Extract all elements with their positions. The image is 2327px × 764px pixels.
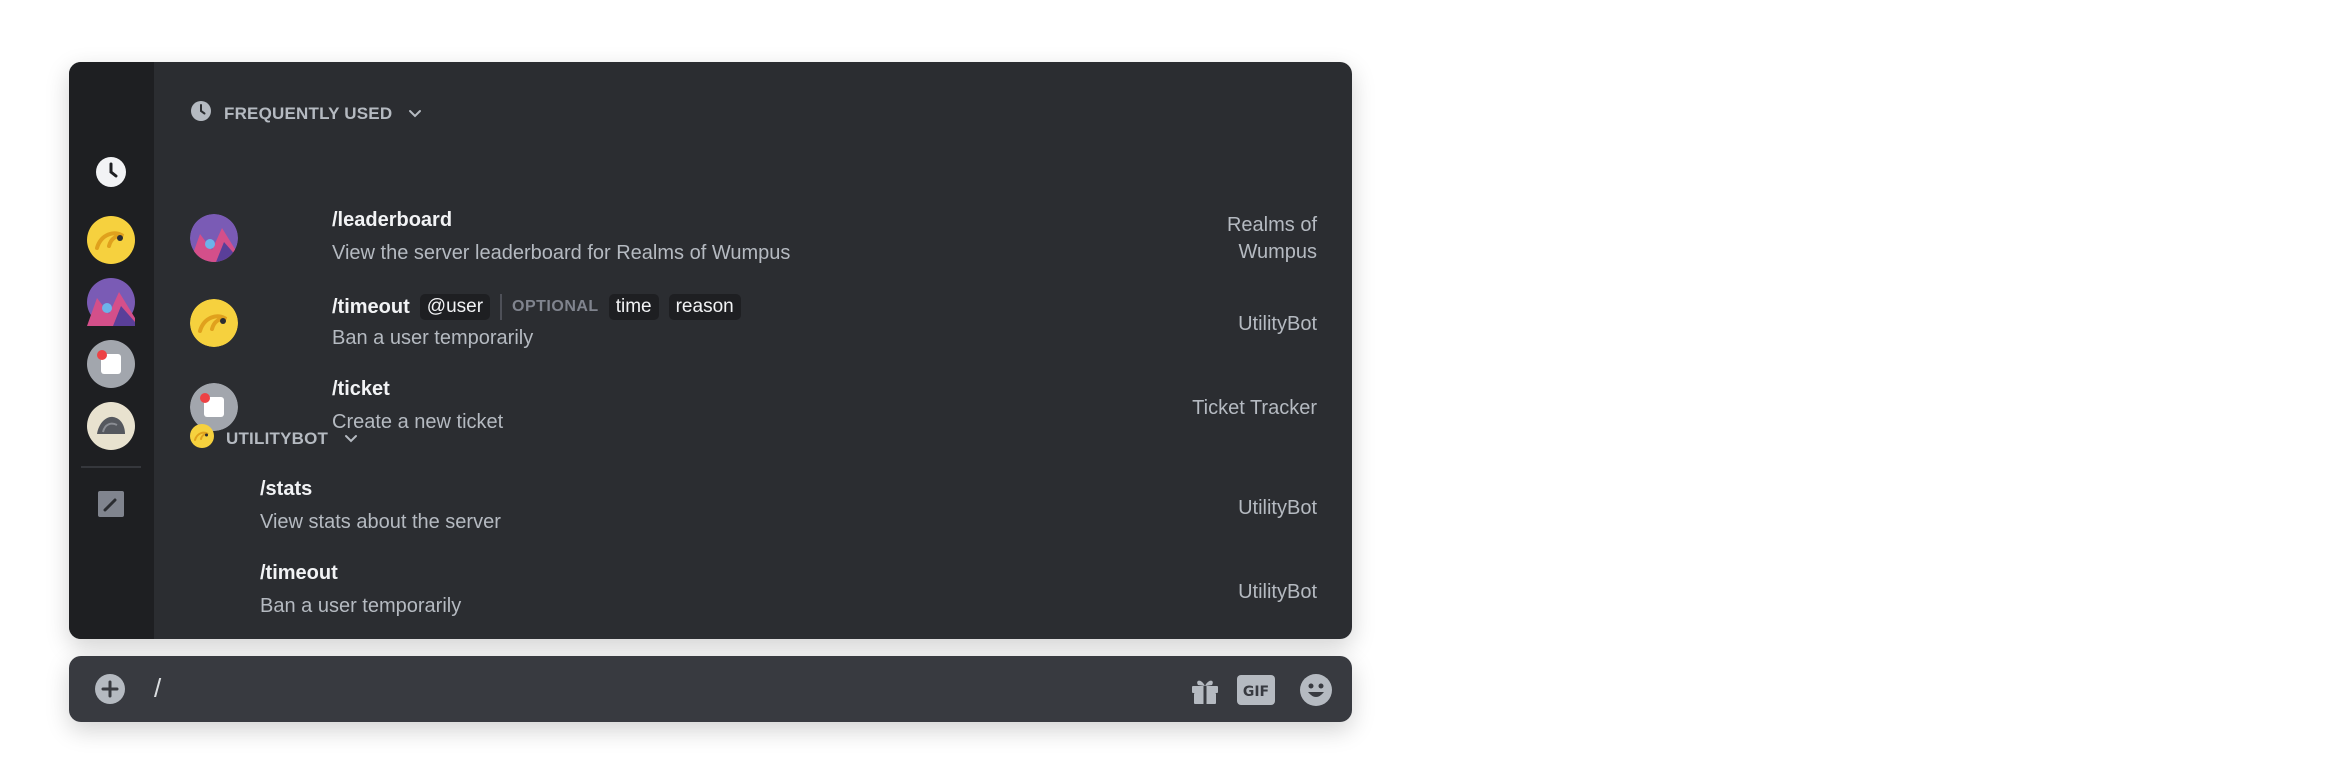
section-header-frequent[interactable]: FREQUENTLY USED: [190, 100, 422, 127]
command-row-leaderboard[interactable]: /leaderboard View the server leaderboard…: [154, 202, 1352, 274]
command-description: Ban a user temporarily: [332, 327, 534, 349]
command-source: Realms of Wumpus: [1226, 214, 1317, 263]
command-row-timeout[interactable]: /timeout @user OPTIONAL time reason Ban …: [154, 287, 1352, 359]
section-title: FREQUENTLY USED: [224, 103, 393, 123]
clock-icon[interactable]: [87, 148, 135, 196]
ticket-tracker-avatar[interactable]: [87, 340, 135, 388]
chevron-down-icon: [408, 104, 422, 124]
optional-label: OPTIONAL: [512, 298, 599, 315]
command-source: UtilityBot: [1238, 313, 1317, 335]
utilitybot-avatar: [190, 424, 214, 453]
command-description: View the server leaderboard for Realms o…: [332, 242, 791, 264]
command-row-timeout-utilitybot[interactable]: /timeout Ban a user temporarily UtilityB…: [154, 555, 1352, 627]
add-attachment-icon[interactable]: [94, 673, 126, 705]
command-source: UtilityBot: [1238, 581, 1317, 603]
command-name: /leaderboard: [332, 209, 453, 231]
message-input-bar: / GIF: [69, 656, 1352, 722]
rail-divider: [81, 466, 141, 468]
rock-bot-avatar[interactable]: [87, 402, 135, 450]
command-row-stats[interactable]: /stats View stats about the server Utili…: [154, 471, 1352, 543]
svg-text:GIF: GIF: [1243, 684, 1269, 700]
section-header-utilitybot[interactable]: UTILITYBOT: [190, 424, 358, 453]
command-list: FREQUENTLY USED /leaderboard View the se…: [154, 62, 1352, 639]
option-time[interactable]: time: [608, 294, 659, 320]
command-picker: FREQUENTLY USED /leaderboard View the se…: [69, 62, 1352, 639]
realms-of-wumpus-avatar[interactable]: [87, 278, 135, 326]
realms-of-wumpus-avatar: [190, 214, 238, 262]
chevron-down-icon: [344, 429, 358, 449]
command-name: /timeout: [332, 295, 410, 318]
app-rail: [69, 62, 154, 639]
gif-icon[interactable]: GIF: [1237, 673, 1275, 707]
option-user[interactable]: @user: [419, 294, 491, 320]
command-name: /stats: [260, 478, 313, 500]
clock-icon: [190, 100, 212, 127]
command-source: Ticket Tracker: [1192, 397, 1317, 419]
command-name: /ticket: [332, 378, 390, 400]
emoji-icon[interactable]: [1299, 673, 1333, 707]
command-description: Ban a user temporarily: [260, 595, 462, 617]
command-source: UtilityBot: [1238, 497, 1317, 519]
command-description: View stats about the server: [260, 511, 501, 533]
message-input[interactable]: /: [154, 673, 161, 704]
utilitybot-avatar[interactable]: [87, 216, 135, 264]
command-name-with-options: /timeout @user OPTIONAL time reason: [332, 294, 741, 320]
section-title: UTILITYBOT: [226, 428, 329, 448]
option-separator: [500, 294, 503, 320]
gift-icon[interactable]: [1188, 673, 1222, 707]
command-name: /timeout: [260, 562, 338, 584]
option-reason[interactable]: reason: [668, 294, 741, 320]
utilitybot-avatar: [190, 299, 238, 347]
edit-icon[interactable]: [87, 480, 135, 528]
